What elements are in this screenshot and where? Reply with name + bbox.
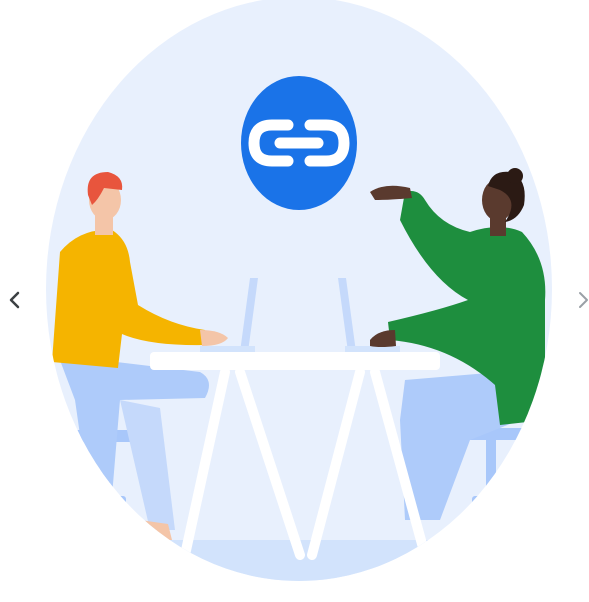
carousel-prev-button[interactable] [0,280,30,320]
chevron-left-icon [9,291,20,309]
right-person-hair-bun [507,168,523,184]
link-badge [241,76,357,210]
carousel [0,0,589,602]
right-person-neck [490,214,506,236]
table-top [150,352,440,370]
chevron-right-icon [578,292,588,308]
carousel-next-button[interactable] [566,280,589,320]
link-sharing-illustration [46,0,552,581]
